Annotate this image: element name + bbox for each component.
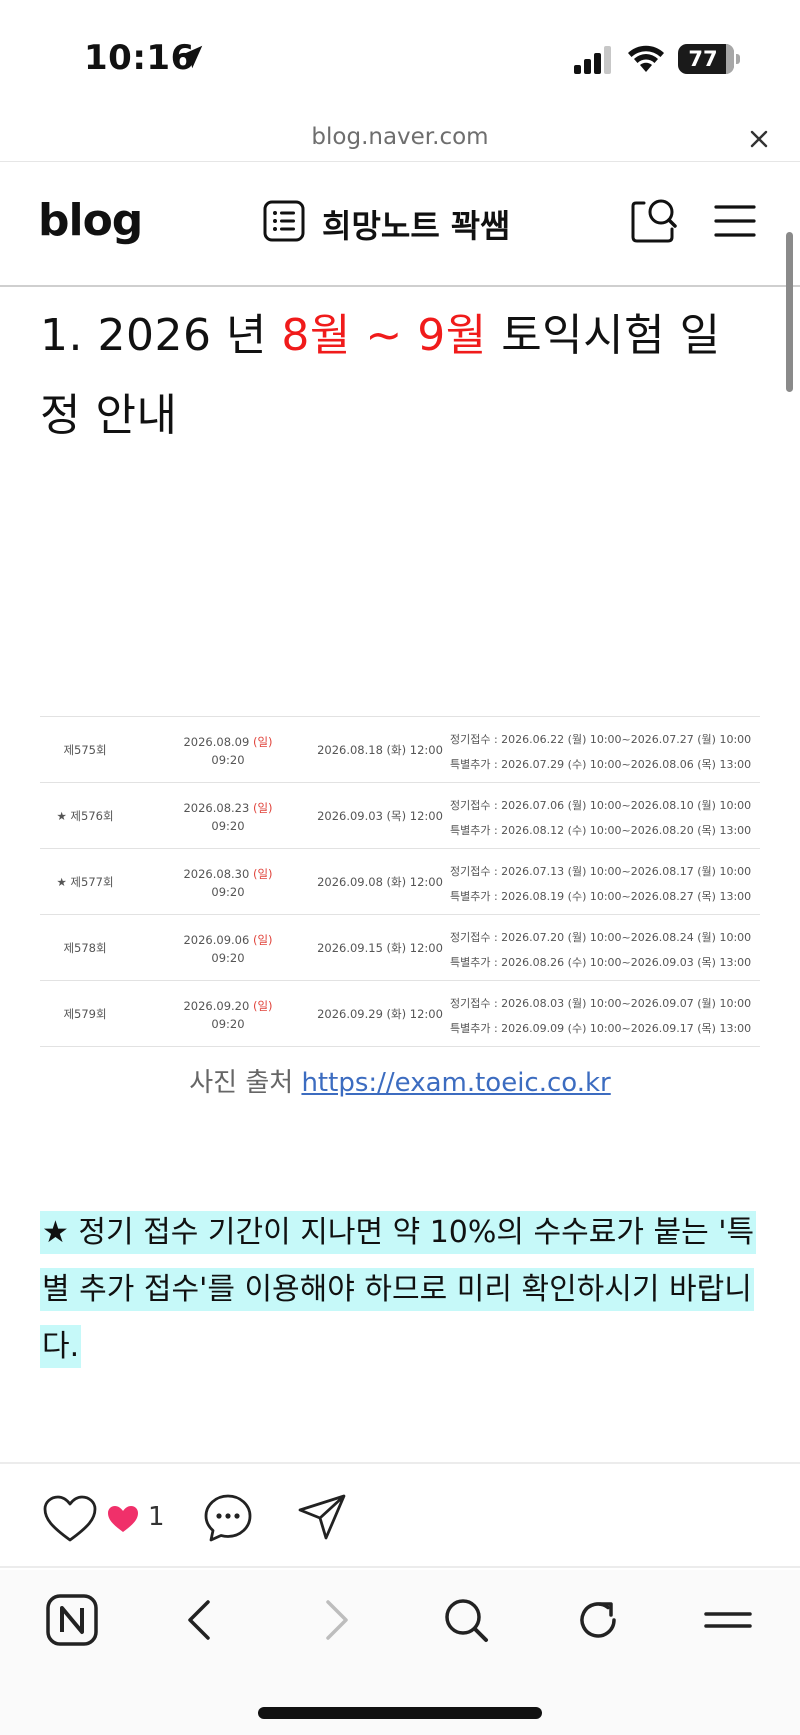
photo-caption: 사진 출처 https://exam.toeic.co.kr bbox=[0, 1062, 800, 1099]
table-row: ★ 제577회 2026.08.30 (일) 09:20 2026.09.08 (화)… bbox=[40, 849, 760, 915]
test-day: (일) bbox=[252, 933, 273, 947]
post-list-icon[interactable] bbox=[262, 199, 306, 243]
round-cell: 제579회 bbox=[63, 1007, 107, 1021]
battery-icon: 77 bbox=[678, 44, 740, 74]
round-cell: ★ 제577회 bbox=[56, 875, 114, 889]
like-heart-icon[interactable] bbox=[42, 1494, 98, 1544]
test-date-cell: 2026.08.09 (일) 09:20 bbox=[168, 733, 288, 769]
back-icon[interactable] bbox=[174, 1592, 230, 1648]
test-date: 2026.08.23 bbox=[183, 801, 250, 815]
test-day: (일) bbox=[252, 801, 273, 815]
table-row: 제578회 2026.09.06 (일) 09:20 2026.09.15 (화) 1… bbox=[40, 915, 760, 981]
test-date: 2026.09.20 bbox=[183, 999, 250, 1013]
menu-icon[interactable] bbox=[712, 201, 758, 241]
special-registration: 특별추가 : 2026.08.12 (수) 10:00~2026.08.20 (… bbox=[450, 824, 752, 837]
browser-url-bar: blog.naver.com bbox=[0, 120, 800, 162]
test-time: 09:20 bbox=[211, 1017, 245, 1031]
table-row: 제579회 2026.09.20 (일) 09:20 2026.09.29 (화) 1… bbox=[40, 981, 760, 1047]
regular-registration: 정기접수 : 2026.07.20 (월) 10:00~2026.08.24 (… bbox=[450, 931, 752, 944]
toeic-schedule-table[interactable]: 제575회 2026.08.09 (일) 09:20 2026.08.18 (화) 1… bbox=[40, 716, 760, 1047]
registration-cell: 정기접수 : 2026.07.20 (월) 10:00~2026.08.24 (… bbox=[450, 925, 760, 975]
result-date-cell: 2026.09.15 (화) 12:00 bbox=[317, 941, 443, 955]
caption-prefix: 사진 출처 bbox=[189, 1068, 302, 1098]
more-menu-icon[interactable] bbox=[700, 1592, 756, 1648]
blog-search-icon[interactable] bbox=[630, 195, 678, 245]
heading-prefix: 1. 2026 년 bbox=[40, 310, 282, 361]
table-row: 제575회 2026.08.09 (일) 09:20 2026.08.18 (화) 1… bbox=[40, 717, 760, 783]
scrollbar-thumb[interactable] bbox=[786, 232, 793, 392]
test-date-cell: 2026.08.30 (일) 09:20 bbox=[168, 865, 288, 901]
registration-cell: 정기접수 : 2026.07.13 (월) 10:00~2026.08.17 (… bbox=[450, 859, 760, 909]
test-time: 09:20 bbox=[211, 885, 245, 899]
special-registration: 특별추가 : 2026.07.29 (수) 10:00~2026.08.06 (… bbox=[450, 758, 752, 771]
test-date-cell: 2026.09.20 (일) 09:20 bbox=[168, 997, 288, 1033]
heading-highlight: 8월 ~ 9월 bbox=[281, 310, 487, 361]
like-count: 1 bbox=[148, 1502, 165, 1532]
result-date-cell: 2026.09.08 (화) 12:00 bbox=[317, 875, 443, 889]
registration-cell: 정기접수 : 2026.06.22 (월) 10:00~2026.07.27 (… bbox=[450, 727, 760, 777]
naver-home-icon[interactable] bbox=[44, 1592, 100, 1648]
test-time: 09:20 bbox=[211, 753, 245, 767]
test-date-cell: 2026.09.06 (일) 09:20 bbox=[168, 931, 288, 967]
regular-registration: 정기접수 : 2026.08.03 (월) 10:00~2026.09.07 (… bbox=[450, 997, 752, 1010]
registration-cell: 정기접수 : 2026.08.03 (월) 10:00~2026.09.07 (… bbox=[450, 991, 760, 1041]
close-icon[interactable] bbox=[744, 124, 774, 154]
location-arrow-icon bbox=[179, 45, 203, 69]
blog-title[interactable]: 희망노트 꽉쌤 bbox=[322, 201, 510, 247]
blog-logo[interactable]: blog bbox=[38, 195, 143, 246]
special-registration: 특별추가 : 2026.08.26 (수) 10:00~2026.09.03 (… bbox=[450, 956, 752, 969]
registration-cell: 정기접수 : 2026.07.06 (월) 10:00~2026.08.10 (… bbox=[450, 793, 760, 843]
blog-header: blog 희망노트 꽉쌤 bbox=[0, 163, 800, 287]
regular-registration: 정기접수 : 2026.07.13 (월) 10:00~2026.08.17 (… bbox=[450, 865, 752, 878]
result-date-cell: 2026.09.03 (목) 12:00 bbox=[317, 809, 443, 823]
result-date-cell: 2026.09.29 (화) 12:00 bbox=[317, 1007, 443, 1021]
test-time: 09:20 bbox=[211, 819, 245, 833]
caption-link[interactable]: https://exam.toeic.co.kr bbox=[301, 1068, 610, 1098]
special-registration: 특별추가 : 2026.09.09 (수) 10:00~2026.09.17 (… bbox=[450, 1022, 752, 1035]
test-date: 2026.08.09 bbox=[183, 735, 250, 749]
reaction-bar: 1 bbox=[0, 1462, 800, 1568]
status-bar: 10:16 77 bbox=[0, 0, 800, 120]
battery-level: 77 bbox=[688, 47, 718, 71]
search-icon[interactable] bbox=[438, 1592, 494, 1648]
like-count-heart-icon bbox=[108, 1506, 138, 1532]
test-time: 09:20 bbox=[211, 951, 245, 965]
home-indicator[interactable] bbox=[258, 1707, 542, 1719]
result-date-cell: 2026.08.18 (화) 12:00 bbox=[317, 743, 443, 757]
test-day: (일) bbox=[252, 999, 273, 1013]
round-cell: ★ 제576회 bbox=[56, 809, 114, 823]
refresh-icon[interactable] bbox=[570, 1592, 626, 1648]
share-send-icon[interactable] bbox=[296, 1492, 348, 1542]
regular-registration: 정기접수 : 2026.07.06 (월) 10:00~2026.08.10 (… bbox=[450, 799, 752, 812]
fee-notice: ★ 정기 접수 기간이 지나면 약 10%의 수수료가 붙는 '특별 추가 접수… bbox=[40, 1204, 760, 1375]
test-date-cell: 2026.08.23 (일) 09:20 bbox=[168, 799, 288, 835]
comment-icon[interactable] bbox=[202, 1492, 254, 1544]
special-registration: 특별추가 : 2026.08.19 (수) 10:00~2026.08.27 (… bbox=[450, 890, 752, 903]
fee-notice-text: ★ 정기 접수 기간이 지나면 약 10%의 수수료가 붙는 '특별 추가 접수… bbox=[40, 1211, 757, 1368]
test-date: 2026.08.30 bbox=[183, 867, 250, 881]
table-row: ★ 제576회 2026.08.23 (일) 09:20 2026.09.03 (목)… bbox=[40, 783, 760, 849]
round-cell: 제575회 bbox=[63, 743, 107, 757]
cellular-signal-icon bbox=[574, 46, 611, 74]
forward-icon[interactable] bbox=[306, 1592, 362, 1648]
round-cell: 제578회 bbox=[63, 941, 107, 955]
url-text[interactable]: blog.naver.com bbox=[0, 124, 800, 150]
regular-registration: 정기접수 : 2026.06.22 (월) 10:00~2026.07.27 (… bbox=[450, 733, 752, 746]
test-day: (일) bbox=[252, 867, 273, 881]
article-heading: 1. 2026 년 8월 ~ 9월 토익시험 일정 안내 bbox=[40, 296, 760, 456]
test-date: 2026.09.06 bbox=[183, 933, 250, 947]
wifi-icon bbox=[628, 45, 664, 72]
test-day: (일) bbox=[252, 735, 273, 749]
